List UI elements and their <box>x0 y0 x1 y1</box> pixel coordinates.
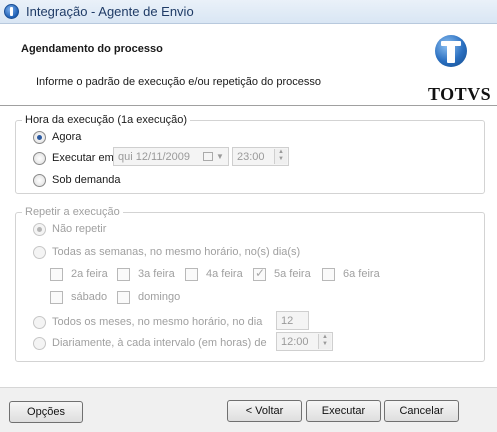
window-title: Integração - Agente de Envio <box>26 4 194 19</box>
execution-time-legend: Hora da execução (1a execução) <box>25 114 188 126</box>
checkbox-6a-feira[interactable]: 6a feira <box>322 266 380 282</box>
spinner-arrows-icon[interactable]: ▲ ▼ <box>318 334 331 349</box>
totvs-logo-icon <box>435 35 467 67</box>
checkbox-label: sábado <box>71 291 108 303</box>
checkbox[interactable] <box>322 267 335 281</box>
checkbox[interactable] <box>117 267 130 281</box>
date-picker[interactable]: qui 12/11/2009 ▼ <box>113 147 229 166</box>
checkbox[interactable] <box>117 290 130 304</box>
checkbox-label: 2a feira <box>71 268 108 280</box>
radio-semanal[interactable]: Todas as semanas, no mesmo horário, no(s… <box>33 244 300 260</box>
options-button-label: Opções <box>27 406 65 418</box>
checkbox[interactable] <box>50 267 63 281</box>
interval-value: 12:00 <box>281 335 309 348</box>
radio-diariamente[interactable]: Diariamente, à cada intervalo (em horas)… <box>33 335 267 351</box>
checkbox-label: 4a feira <box>206 268 243 280</box>
checkbox-domingo[interactable]: domingo <box>117 289 180 305</box>
radio-nao-repetir[interactable]: Não repetir <box>33 221 106 237</box>
wizard-header: Agendamento do processo Informe o padrão… <box>0 24 497 105</box>
radio-button[interactable] <box>33 222 46 236</box>
checkbox-label: 6a feira <box>343 268 380 280</box>
radio-label: Sob demanda <box>52 174 121 186</box>
checkbox-5a-feira[interactable]: 5a feira <box>253 266 311 282</box>
radio-label: Não repetir <box>52 223 107 235</box>
date-value: qui 12/11/2009 <box>118 150 190 163</box>
radio-button[interactable] <box>33 130 46 144</box>
cancel-button-label: Cancelar <box>399 405 444 417</box>
calendar-dropdown-icon[interactable]: ▼ <box>203 150 226 163</box>
radio-label: Todos os meses, no mesmo horário, no dia <box>52 316 263 328</box>
radio-label: Todas as semanas, no mesmo horário, no(s… <box>52 246 301 258</box>
execute-button[interactable]: Executar <box>306 400 381 422</box>
back-button-label: < Voltar <box>245 405 284 417</box>
page-subtitle: Informe o padrão de execução e/ou repeti… <box>36 76 321 88</box>
radio-mensal[interactable]: Todos os meses, no mesmo horário, no dia <box>33 314 262 330</box>
checkbox-label: domingo <box>138 291 181 303</box>
radio-button[interactable] <box>33 173 46 187</box>
radio-agora[interactable]: Agora <box>33 129 81 145</box>
totvs-logo-text: TOTVS <box>428 84 492 104</box>
cancel-button[interactable]: Cancelar <box>384 400 459 422</box>
options-button[interactable]: Opções <box>9 401 83 423</box>
radio-executar-em[interactable]: Executar em <box>33 150 114 166</box>
page-title: Agendamento do processo <box>21 43 163 55</box>
radio-label: Executar em <box>52 152 114 164</box>
month-day-value: 12 <box>281 314 294 327</box>
interval-spinner[interactable]: 12:00 ▲ ▼ <box>276 332 333 351</box>
radio-button[interactable] <box>33 245 46 259</box>
time-spinner[interactable]: 23:00 ▲ ▼ <box>232 147 289 166</box>
checkbox-sabado[interactable]: sábado <box>50 289 107 305</box>
checkbox-label: 3a feira <box>138 268 175 280</box>
repeat-legend: Repetir a execução <box>25 206 120 218</box>
month-day-field[interactable]: 12 <box>276 311 309 330</box>
window-titlebar: Integração - Agente de Envio <box>0 0 497 24</box>
radio-button[interactable] <box>33 151 46 165</box>
app-icon <box>4 4 19 19</box>
execute-button-label: Executar <box>321 405 366 417</box>
checkbox-2a-feira[interactable]: 2a feira <box>50 266 108 282</box>
time-value: 23:00 <box>237 150 265 163</box>
radio-button[interactable] <box>33 336 46 350</box>
checkbox-label: 5a feira <box>274 268 311 280</box>
radio-label: Agora <box>52 131 82 143</box>
checkbox-4a-feira[interactable]: 4a feira <box>185 266 243 282</box>
radio-sob-demanda[interactable]: Sob demanda <box>33 172 121 188</box>
spinner-arrows-icon[interactable]: ▲ ▼ <box>274 149 287 164</box>
checkbox[interactable] <box>185 267 198 281</box>
back-button[interactable]: < Voltar <box>227 400 302 422</box>
checkbox[interactable] <box>253 266 266 281</box>
checkbox[interactable] <box>50 290 63 304</box>
radio-button[interactable] <box>33 315 46 329</box>
radio-label: Diariamente, à cada intervalo (em horas)… <box>52 337 267 349</box>
checkbox-3a-feira[interactable]: 3a feira <box>117 266 175 282</box>
